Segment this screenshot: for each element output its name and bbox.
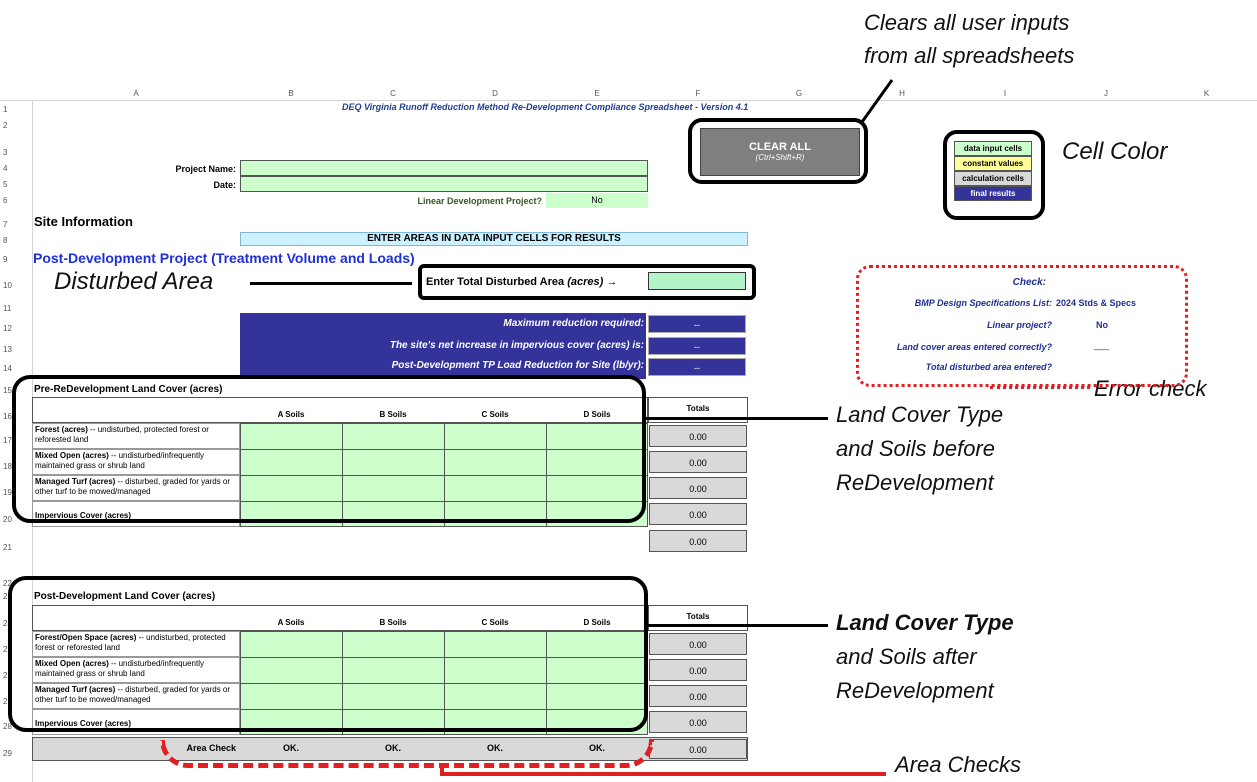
- project-name-label: Project Name:: [175, 164, 236, 174]
- check-value-2: No: [1096, 320, 1108, 330]
- check-label-2: Linear project?: [986, 320, 1052, 330]
- project-name-input[interactable]: [240, 160, 648, 176]
- disturbed-area-label: Enter Total Disturbed Area (acres) →: [426, 276, 617, 288]
- legend-final: final results: [954, 186, 1032, 201]
- land-after-line2: and Soils after: [836, 644, 977, 669]
- result-label-2: The site's net increase in impervious co…: [389, 340, 644, 351]
- row-header-11[interactable]: 11: [0, 304, 32, 313]
- land-before-line2: and Soils before: [836, 436, 995, 461]
- result-value-1: --: [648, 315, 746, 333]
- enter-areas-banner: ENTER AREAS IN DATA INPUT CELLS FOR RESU…: [240, 232, 748, 246]
- pre-table-pointer: [646, 417, 828, 420]
- disturbed-pointer: [250, 282, 412, 285]
- clear-all-annotation: Clears all user inputs from all spreadsh…: [864, 6, 1124, 72]
- post-total-impervious: 0.00: [649, 711, 747, 733]
- clear-all-pointer: [860, 79, 894, 123]
- land-before-annotation: Land Cover Type and Soils before ReDevel…: [836, 398, 1003, 500]
- clear-all-pointer-line: [860, 79, 894, 123]
- linear-select[interactable]: No: [546, 193, 648, 208]
- disturbed-label-text: Enter Total Disturbed Area: [426, 276, 565, 288]
- post-dev-heading: Post-Development Project (Treatment Volu…: [33, 250, 415, 266]
- cell-color-annotation: Cell Color: [1062, 138, 1168, 165]
- result-value-3: --: [648, 358, 746, 376]
- col-header-g[interactable]: G: [748, 88, 851, 101]
- row-header-13[interactable]: 13: [0, 345, 32, 354]
- post-totals-header: Totals: [648, 605, 748, 631]
- row-header-5[interactable]: 5: [0, 180, 32, 189]
- row-header-10[interactable]: 10: [0, 281, 32, 290]
- row-header-6[interactable]: 6: [0, 196, 32, 205]
- post-table-highlight: [8, 576, 648, 732]
- post-table-pointer: [648, 624, 828, 627]
- pre-table-highlight: [12, 375, 646, 523]
- linear-label: Linear Development Project?: [417, 196, 542, 206]
- col-header-b[interactable]: B: [240, 88, 343, 101]
- legend-calculation: calculation cells: [954, 171, 1032, 186]
- legend-data-input: data input cells: [954, 141, 1032, 156]
- check-label-3: Land cover areas entered correctly?: [896, 342, 1052, 352]
- legend: data input cells constant values calcula…: [954, 141, 1032, 201]
- land-before-line3: ReDevelopment: [836, 470, 994, 495]
- row-header-8[interactable]: 8: [0, 236, 32, 245]
- land-after-line3: ReDevelopment: [836, 678, 994, 703]
- area-check-total: 0.00: [649, 739, 747, 759]
- check-title: Check:: [1012, 277, 1046, 288]
- row-header-3[interactable]: 3: [0, 148, 32, 157]
- row-header-4[interactable]: 4: [0, 164, 32, 173]
- col-header-c[interactable]: C: [342, 88, 445, 101]
- check-label-4: Total disturbed area entered?: [925, 362, 1052, 372]
- post-total-turf: 0.00: [649, 685, 747, 707]
- col-header-a[interactable]: A: [32, 88, 241, 101]
- area-checks-annotation: Area Checks: [895, 752, 1021, 777]
- post-total-mixed: 0.00: [649, 659, 747, 681]
- clear-all-annotation-line1: Clears all user inputs: [864, 10, 1070, 35]
- disturbed-arrow-icon: →: [606, 276, 618, 288]
- col-header-e[interactable]: E: [546, 88, 649, 101]
- clear-all-annotation-line2: from all spreadsheets: [864, 43, 1075, 68]
- pre-grand-total: 0.00: [649, 530, 747, 552]
- check-label-1: BMP Design Specifications List:: [914, 298, 1052, 308]
- col-header-i[interactable]: I: [954, 88, 1057, 101]
- pre-total-mixed: 0.00: [649, 451, 747, 473]
- sheet-title: DEQ Virginia Runoff Reduction Method Re-…: [342, 102, 749, 112]
- result-label-1: Maximum reduction required:: [503, 318, 644, 329]
- disturbed-area-input[interactable]: [648, 272, 746, 290]
- result-label-3: Post-Development TP Load Reduction for S…: [391, 360, 644, 371]
- legend-constant: constant values: [954, 156, 1032, 171]
- area-check-highlight: [160, 740, 654, 768]
- date-input[interactable]: [240, 176, 648, 192]
- corner-cell[interactable]: [0, 88, 33, 101]
- land-before-line1: Land Cover Type: [836, 402, 1004, 427]
- site-info-heading: Site Information: [34, 214, 133, 229]
- disturbed-label-unit: (acres): [567, 276, 604, 288]
- row-header-1[interactable]: 1: [0, 105, 32, 114]
- post-total-forest: 0.00: [649, 633, 747, 655]
- land-after-annotation: Land Cover Type and Soils after ReDevelo…: [836, 606, 1014, 708]
- col-header-k[interactable]: K: [1156, 88, 1257, 101]
- row-header-21[interactable]: 21: [0, 543, 32, 552]
- pre-total-forest: 0.00: [649, 425, 747, 447]
- result-value-2: --: [648, 337, 746, 355]
- col-header-j[interactable]: J: [1056, 88, 1157, 101]
- land-after-line1: Land Cover Type: [836, 610, 1014, 635]
- check-value-1: 2024 Stds & Specs: [1056, 298, 1137, 308]
- pre-total-impervious: 0.00: [649, 503, 747, 525]
- date-label: Date:: [213, 180, 236, 190]
- row-header-9[interactable]: 9: [0, 255, 32, 264]
- row-header-2[interactable]: 2: [0, 121, 32, 130]
- disturbed-area-annotation: Disturbed Area: [54, 268, 214, 295]
- check-value-3: ___: [1094, 340, 1110, 350]
- row-header-12[interactable]: 12: [0, 324, 32, 333]
- row-header-14[interactable]: 14: [0, 364, 32, 373]
- col-header-f[interactable]: F: [648, 88, 749, 101]
- col-header-d[interactable]: D: [444, 88, 547, 101]
- area-check-pointer-h: [440, 772, 886, 776]
- error-check-dots: [990, 386, 1090, 389]
- row-header-29[interactable]: 29: [0, 749, 32, 758]
- row-header-7[interactable]: 7: [0, 220, 32, 229]
- pre-total-turf: 0.00: [649, 477, 747, 499]
